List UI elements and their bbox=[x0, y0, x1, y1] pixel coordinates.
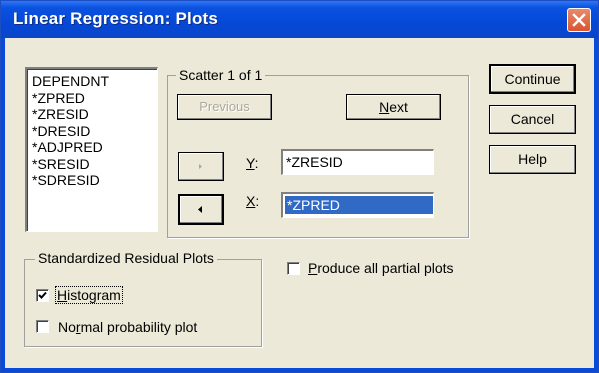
help-button-label: Help bbox=[518, 151, 547, 167]
checkmark-icon bbox=[38, 291, 47, 299]
continue-button-label: Continue bbox=[504, 71, 561, 87]
variable-list-item[interactable]: *ZPRED bbox=[32, 90, 157, 107]
arrow-right-icon bbox=[199, 164, 202, 169]
normal-probability-checkbox[interactable] bbox=[36, 320, 49, 333]
y-move-button[interactable] bbox=[178, 152, 224, 181]
y-variable-field[interactable]: *ZRESID bbox=[281, 149, 434, 175]
dialog-window: Linear Regression: Plots DEPENDNT *ZPRED *… bbox=[0, 0, 599, 373]
histogram-label: Histogram bbox=[55, 286, 123, 304]
close-icon bbox=[572, 13, 586, 27]
partial-plots-checkbox[interactable] bbox=[287, 262, 300, 275]
x-variable-value: *ZPRED bbox=[285, 196, 433, 214]
variable-list-item[interactable]: *ADJPRED bbox=[32, 139, 157, 156]
partial-plots-label: Produce all partial plots bbox=[308, 260, 454, 276]
x-move-button[interactable] bbox=[178, 194, 224, 225]
variable-list[interactable]: DEPENDNT *ZPRED *ZRESID *DRESID *ADJPRED *SRE… bbox=[25, 67, 158, 232]
variable-list-item[interactable]: DEPENDNT bbox=[32, 73, 157, 90]
x-label: X: bbox=[246, 193, 260, 209]
close-button[interactable] bbox=[567, 8, 591, 32]
title-bar[interactable]: Linear Regression: Plots bbox=[1, 1, 598, 38]
previous-button[interactable]: Previous bbox=[177, 94, 272, 120]
arrow-left-icon bbox=[198, 206, 202, 213]
y-label: Y: bbox=[246, 155, 259, 171]
variable-list-item[interactable]: *SDRESID bbox=[32, 172, 157, 189]
y-variable-value: *ZRESID bbox=[286, 154, 343, 170]
continue-button[interactable]: Continue bbox=[489, 64, 576, 94]
histogram-checkbox[interactable] bbox=[36, 289, 49, 302]
window-title: Linear Regression: Plots bbox=[13, 9, 219, 28]
cancel-button[interactable]: Cancel bbox=[489, 105, 576, 134]
cancel-button-label: Cancel bbox=[510, 111, 555, 127]
x-variable-field[interactable]: *ZPRED bbox=[281, 192, 434, 218]
help-button[interactable]: Help bbox=[489, 145, 576, 174]
residual-plots-group-label: Standardized Residual Plots bbox=[35, 250, 217, 266]
next-button-label: Next bbox=[379, 99, 408, 115]
variable-list-item[interactable]: *ZRESID bbox=[32, 106, 157, 123]
dialog-body: DEPENDNT *ZPRED *ZRESID *DRESID *ADJPRED *SRE… bbox=[5, 38, 594, 368]
next-button[interactable]: Next bbox=[346, 94, 441, 120]
scatter-group-label: Scatter 1 of 1 bbox=[176, 67, 266, 83]
previous-button-label: Previous bbox=[199, 99, 250, 114]
variable-list-item[interactable]: *SRESID bbox=[32, 156, 157, 173]
normal-probability-label: Normal probability plot bbox=[58, 319, 198, 335]
variable-list-item[interactable]: *DRESID bbox=[32, 123, 157, 140]
